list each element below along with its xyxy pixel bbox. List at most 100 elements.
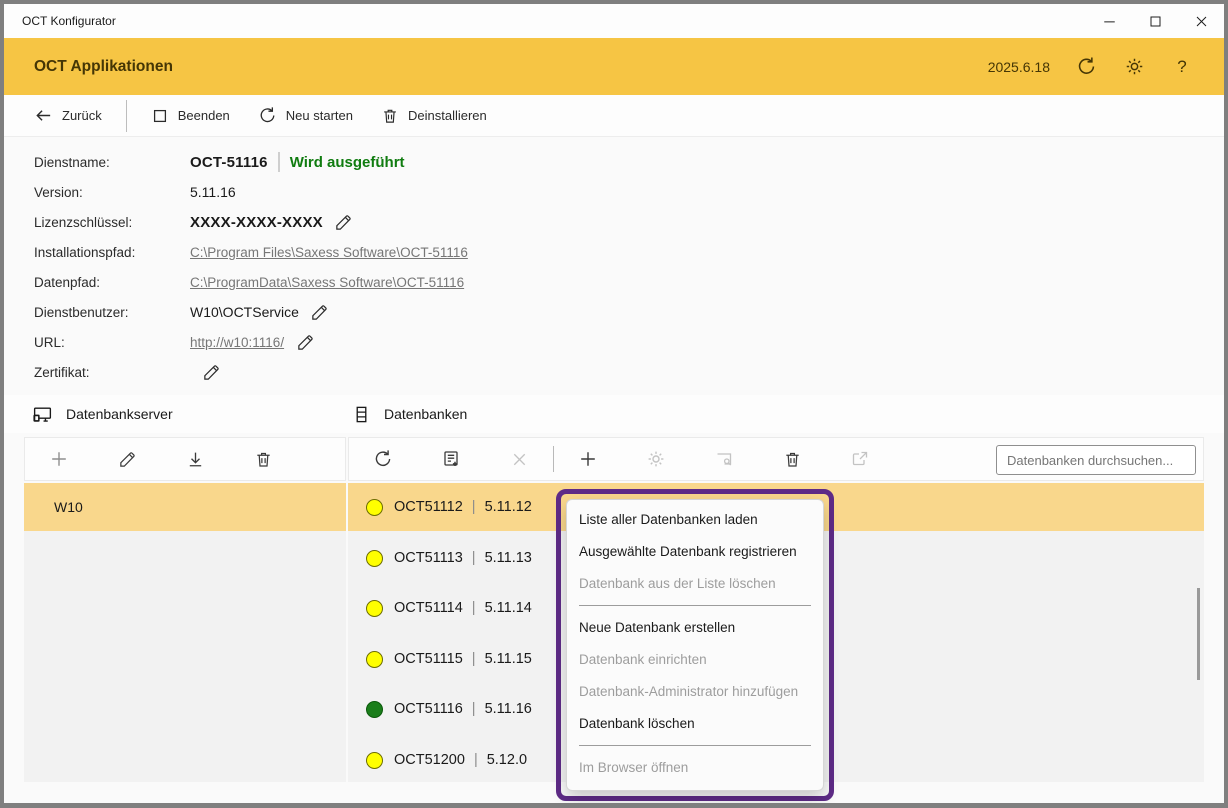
restart-service-button[interactable]: Neu starten	[258, 95, 353, 137]
database-status-dot	[366, 600, 383, 617]
db-delete-button[interactable]	[758, 438, 826, 481]
db-close-x-button	[485, 438, 553, 481]
restart-icon	[258, 106, 277, 125]
database-row-separator: |	[472, 701, 476, 717]
context-menu-item: Im Browser öffnen	[567, 752, 823, 784]
edit-zertifikat-button[interactable]	[200, 361, 222, 383]
field-row: Installationspfad:C:\Program Files\Saxes…	[34, 237, 734, 267]
refresh-icon	[1076, 56, 1097, 77]
server-add-button	[25, 438, 93, 481]
edit-dienstbenutzer-button[interactable]	[309, 301, 331, 323]
database-row-separator: |	[472, 651, 476, 667]
field-label: Datenpfad:	[34, 275, 190, 290]
register-list-icon	[441, 449, 461, 469]
server-icon	[32, 404, 53, 425]
pencil-icon	[296, 333, 315, 352]
download-icon	[186, 450, 205, 469]
field-value: 5.11.16	[190, 184, 236, 200]
installationspfad-link[interactable]: C:\Program Files\Saxess Software\OCT-511…	[190, 245, 468, 260]
context-menu: Liste aller Datenbanken ladenAusgewählte…	[566, 499, 824, 791]
back-button[interactable]: Zurück	[34, 95, 102, 137]
db-open-external-button	[826, 438, 894, 481]
edit-url-button[interactable]	[294, 331, 316, 353]
server-name: W10	[54, 499, 83, 515]
minimize-icon	[1102, 14, 1117, 29]
close-x-icon	[510, 450, 529, 469]
add-icon	[49, 449, 69, 469]
server-download-button[interactable]	[161, 438, 229, 481]
pencil-icon	[334, 213, 353, 232]
stop-label: Beenden	[178, 108, 230, 123]
database-status-dot	[366, 651, 383, 668]
field-value: http://w10:1116/	[190, 331, 316, 353]
field-value-text: XXXX-XXXX-XXXX	[190, 214, 323, 231]
maximize-icon	[1148, 14, 1163, 29]
db-refresh-button[interactable]	[349, 438, 417, 481]
db-add-button[interactable]	[554, 438, 622, 481]
field-value: C:\ProgramData\Saxess Software\OCT-51116	[190, 275, 464, 290]
header-actions: 2025.6.18 ?	[988, 55, 1224, 79]
context-menu-item[interactable]: Datenbank löschen	[567, 708, 823, 740]
database-name: OCT51112	[394, 499, 463, 515]
server-edit-button[interactable]	[93, 438, 161, 481]
context-menu-highlight: Liste aller Datenbanken ladenAusgewählte…	[556, 489, 834, 801]
field-label: Lizenzschlüssel:	[34, 215, 190, 230]
server-panel-title: Datenbankserver	[32, 395, 173, 433]
database-status-dot	[366, 499, 383, 516]
field-label: Dienstname:	[34, 155, 190, 170]
service-status-badge: Wird ausgeführt	[290, 154, 405, 171]
field-row: Version:5.11.16	[34, 177, 734, 207]
server-toolbar	[24, 437, 346, 481]
uninstall-label: Deinstallieren	[408, 108, 487, 123]
edit-lizenzschluessel-button[interactable]	[333, 211, 355, 233]
db-admin-user-button	[690, 438, 758, 481]
title-bar: OCT Konfigurator	[4, 4, 1224, 38]
url-link[interactable]: http://w10:1116/	[190, 335, 284, 350]
database-icon	[352, 405, 371, 424]
service-fields: Dienstname:OCT-51116 Wird ausgeführt Versi…	[34, 147, 734, 387]
field-value-text: 5.11.16	[190, 184, 236, 200]
scrollbar-thumb[interactable]	[1197, 588, 1200, 680]
uninstall-button[interactable]: Deinstallieren	[381, 95, 487, 137]
service-name-value: OCT-51116	[190, 154, 268, 171]
database-search-input[interactable]	[996, 445, 1196, 475]
context-menu-item: Datenbank-Administrator hinzufügen	[567, 676, 823, 708]
field-value	[190, 361, 222, 383]
field-label: URL:	[34, 335, 190, 350]
context-menu-item[interactable]: Neue Datenbank erstellen	[567, 612, 823, 644]
minimize-button[interactable]	[1086, 4, 1132, 38]
field-row: Dienstname:OCT-51116 Wird ausgeführt	[34, 147, 734, 177]
page-title: OCT Applikationen	[4, 58, 988, 76]
database-name: OCT51115	[394, 651, 463, 667]
database-status-dot	[366, 752, 383, 769]
field-row: Dienstbenutzer:W10\OCTService	[34, 297, 734, 327]
field-row: URL:http://w10:1116/	[34, 327, 734, 357]
server-delete-button[interactable]	[229, 438, 297, 481]
context-menu-item: Datenbank einrichten	[567, 644, 823, 676]
close-icon	[1194, 14, 1209, 29]
restart-label: Neu starten	[286, 108, 353, 123]
database-row-separator: |	[472, 499, 476, 515]
open-external-icon	[850, 449, 870, 469]
trash-icon	[381, 107, 399, 125]
db-settings-button	[622, 438, 690, 481]
context-menu-item[interactable]: Liste aller Datenbanken laden	[567, 504, 823, 536]
help-button[interactable]: ?	[1170, 55, 1194, 79]
server-list-item[interactable]: W10	[24, 483, 346, 531]
add-icon	[578, 449, 598, 469]
stop-service-button[interactable]: Beenden	[151, 95, 230, 137]
db-register-list-button[interactable]	[417, 438, 485, 481]
refresh-button[interactable]	[1074, 55, 1098, 79]
settings-button[interactable]	[1122, 55, 1146, 79]
context-menu-separator	[579, 745, 811, 746]
close-button[interactable]	[1178, 4, 1224, 38]
database-panel-title: Datenbanken	[352, 395, 467, 433]
context-menu-item[interactable]: Ausgewählte Datenbank registrieren	[567, 536, 823, 568]
field-row: Zertifikat:	[34, 357, 734, 387]
back-label: Zurück	[62, 108, 102, 123]
database-version: 5.11.16	[485, 701, 532, 717]
settings-icon	[646, 449, 666, 469]
maximize-button[interactable]	[1132, 4, 1178, 38]
datenpfad-link[interactable]: C:\ProgramData\Saxess Software\OCT-51116	[190, 275, 464, 290]
command-bar-separator	[126, 100, 127, 132]
